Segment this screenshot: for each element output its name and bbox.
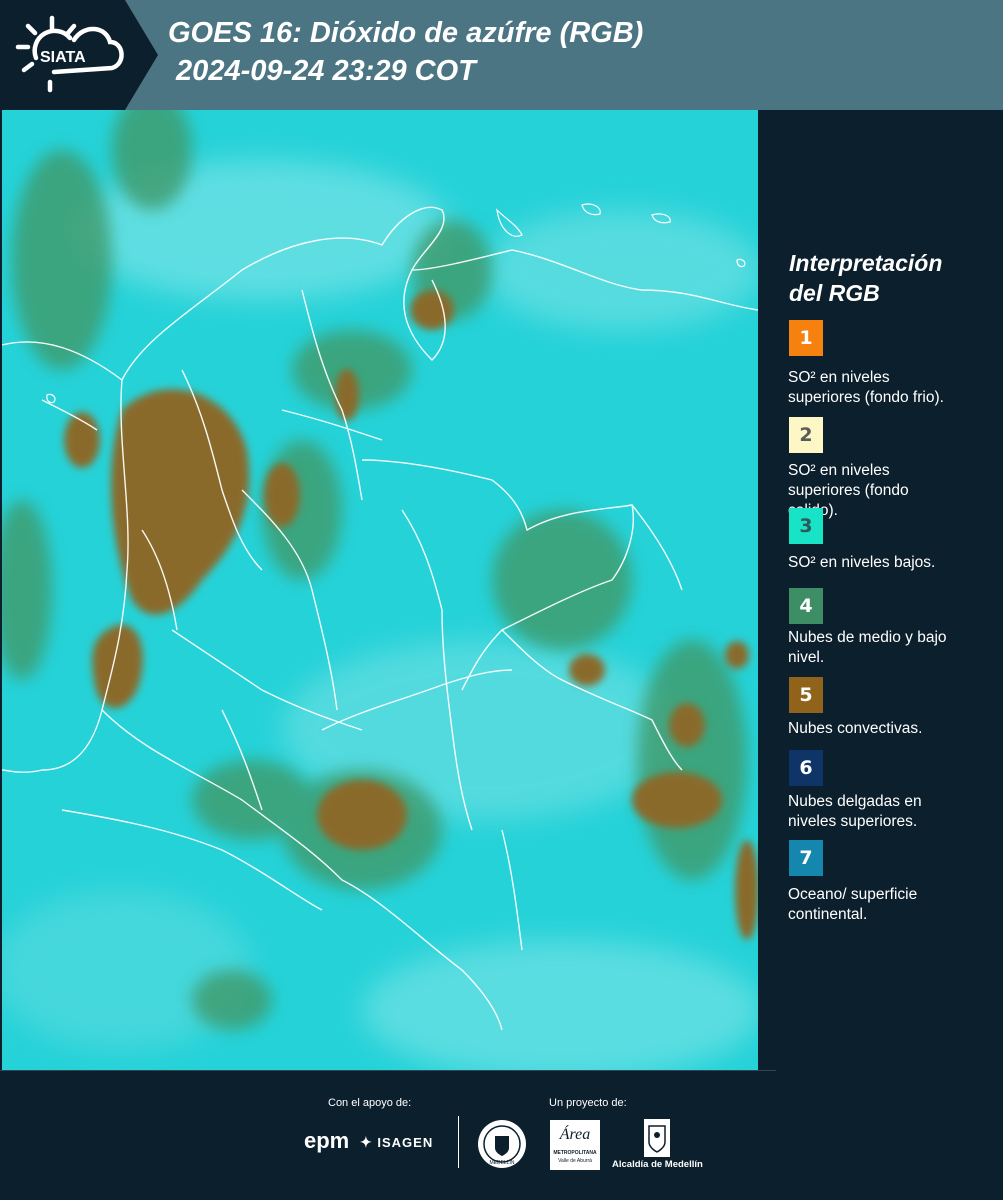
legend-swatch-7: 7 — [789, 840, 823, 876]
isagen-logo-text: ISAGEN — [377, 1135, 434, 1150]
area-metropolitana-logo: Área METROPOLITANA Valle de Aburrá — [550, 1120, 600, 1170]
support-label: Con el apoyo de: — [328, 1097, 412, 1109]
legend-swatch-1: 1 — [789, 320, 823, 356]
legend-text-line: Nubes delgadas en — [788, 793, 922, 810]
legend-text-line: Oceano/ superficie — [788, 886, 918, 903]
title-line-2: 2024-09-24 23:29 COT — [168, 55, 476, 87]
area-logo-sub2: Valle de Aburrá — [558, 1158, 592, 1164]
legend-text-line: continental. — [788, 906, 868, 923]
legend-swatch-6: 6 — [789, 750, 823, 786]
legend-swatch-5: 5 — [789, 677, 823, 713]
legend-text-line: SO² en niveles — [788, 462, 890, 479]
satellite-map[interactable] — [2, 110, 758, 1070]
medellin-seal-icon: MEDELLÍN — [478, 1120, 526, 1168]
legend-text-line: niveles superiores. — [788, 813, 918, 830]
legend-text-line: Nubes de medio y bajo — [788, 629, 947, 646]
legend-text-line: superiores (fondo — [788, 482, 909, 499]
legend-text-line: Nubes convectivas. — [788, 720, 923, 737]
map-svg — [2, 110, 758, 1070]
legend-panel: Interpretación del RGB 1 SO² en niveles su… — [762, 110, 1003, 1070]
project-label: Un proyecto de: — [549, 1097, 627, 1109]
legend-text-3: SO² en niveles bajos. — [788, 553, 993, 573]
isagen-logo: ✦ ISAGEN — [360, 1134, 433, 1151]
page-title: GOES 16: Dióxido de azúfre (RGB) 2024-09… — [168, 14, 643, 90]
legend-text-line: superiores (fondo frio). — [788, 389, 944, 406]
seal-text: MEDELLÍN — [489, 1159, 514, 1166]
footer: Con el apoyo de: Un proyecto de: epm ✦ I… — [0, 1070, 1003, 1200]
legend-title-line-1: Interpretación — [789, 250, 943, 276]
legend-text-1: SO² en niveles superiores (fondo frio). — [788, 368, 993, 408]
legend-text-6: Nubes delgadas en niveles superiores. — [788, 792, 993, 832]
siata-logo-icon: SIATA — [15, 15, 124, 93]
epm-logo: epm — [304, 1128, 349, 1154]
epm-logo-text: epm — [304, 1128, 350, 1153]
area-logo-title: Área — [559, 1126, 591, 1143]
alcaldia-crest-icon — [644, 1119, 670, 1157]
legend-swatch-4: 4 — [789, 588, 823, 624]
legend-text-5: Nubes convectivas. — [788, 719, 993, 739]
legend-swatch-3: 3 — [789, 508, 823, 544]
legend-text-4: Nubes de medio y bajo nivel. — [788, 628, 993, 668]
footer-separator — [458, 1116, 459, 1168]
header: SIATA GOES 16: Dióxido de azúfre (RGB) 2… — [0, 0, 1003, 110]
title-line-1: GOES 16: Dióxido de azúfre (RGB) — [168, 17, 644, 49]
legend-swatch-2: 2 — [789, 417, 823, 453]
legend-title: Interpretación del RGB — [789, 248, 989, 308]
legend-text-line: SO² en niveles — [788, 369, 890, 386]
legend-text-7: Oceano/ superficie continental. — [788, 885, 993, 925]
siata-logo-text: SIATA — [40, 49, 86, 66]
legend-text-line: nivel. — [788, 649, 825, 666]
area-logo-sub1: METROPOLITANA — [553, 1150, 597, 1156]
alcaldia-label: Alcaldía de Medellín — [612, 1159, 703, 1170]
legend-text-line: SO² en niveles bajos. — [788, 554, 936, 571]
legend-title-line-2: del RGB — [789, 280, 880, 306]
footer-divider-line — [0, 1070, 776, 1071]
isagen-mark-icon: ✦ — [360, 1134, 373, 1150]
